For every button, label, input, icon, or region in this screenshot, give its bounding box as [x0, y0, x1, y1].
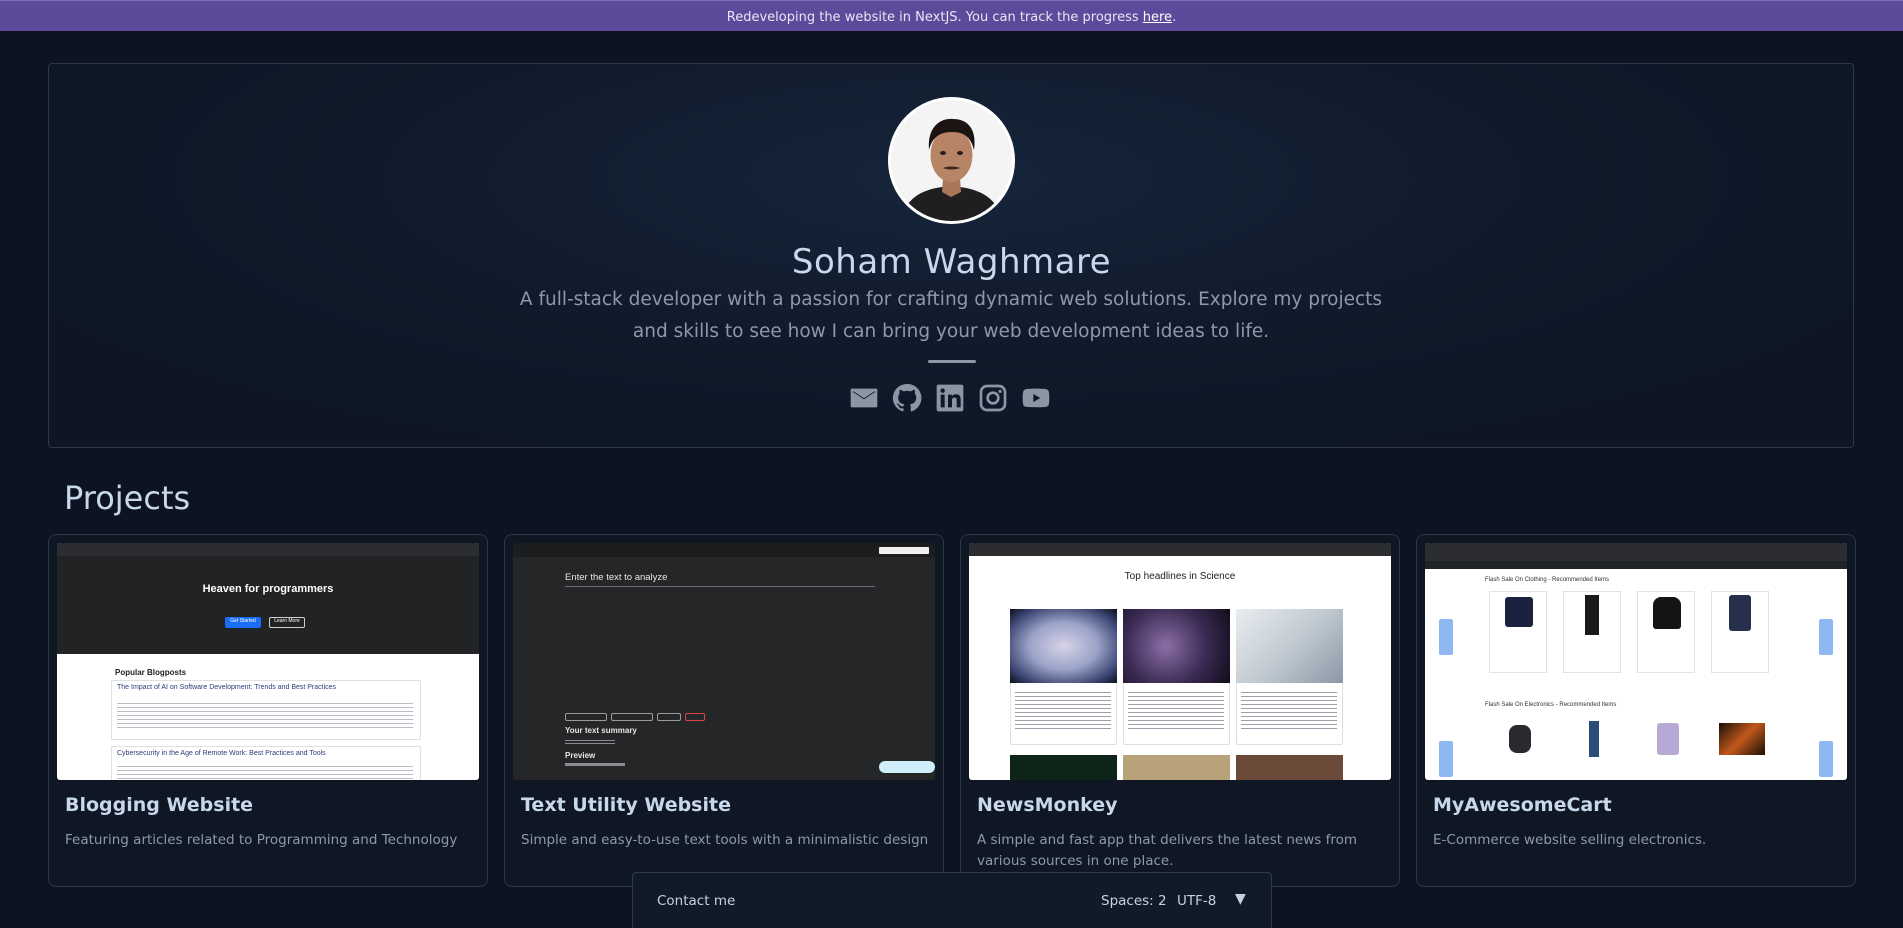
thumb-navbar: [513, 543, 935, 557]
github-icon[interactable]: [891, 381, 923, 415]
linkedin-icon[interactable]: [934, 381, 966, 415]
thumb-button: [565, 713, 607, 721]
thumb-product-image: [1657, 723, 1679, 755]
project-thumbnail-blogging: Heaven for programmers Get Started Learn…: [57, 543, 479, 780]
thumb-row-title: Flash Sale On Electronics - Recommended …: [1485, 702, 1617, 708]
thumb-hero-title: Heaven for programmers: [202, 583, 334, 595]
thumb-navbar: [969, 543, 1391, 556]
project-title: MyAwesomeCart: [1433, 794, 1612, 816]
project-card-blogging[interactable]: Heaven for programmers Get Started Learn…: [48, 534, 488, 887]
contact-bar: Contact me Spaces: 2 UTF-8 ▼: [632, 872, 1272, 928]
thumb-carousel-prev: [1439, 741, 1453, 777]
project-description: Simple and easy-to-use text tools with a…: [521, 832, 929, 848]
thumb-preview: Preview: [565, 751, 596, 760]
thumb-heading: Top headlines in Science: [1124, 571, 1236, 582]
thumb-news-image: [1010, 609, 1117, 683]
banner-text: Redeveloping the website in NextJS. You …: [726, 10, 1143, 25]
thumb-product-image: [1589, 721, 1599, 757]
thumb-news-image: [1123, 609, 1230, 683]
thumb-news-text: [1128, 689, 1224, 729]
mail-icon[interactable]: [848, 381, 880, 415]
avatar: [888, 97, 1015, 224]
thumb-summary: Your text summary: [565, 726, 637, 735]
project-title: NewsMonkey: [977, 794, 1118, 816]
project-card-text-utility[interactable]: Enter the text to analyze Your text summ…: [504, 534, 944, 887]
encoding-indicator[interactable]: UTF-8: [1177, 893, 1216, 909]
contact-me-button[interactable]: Contact me: [657, 893, 735, 909]
thumb-browser-bar: [1425, 543, 1847, 561]
thumb-textarea-line: [565, 586, 875, 587]
banner-link[interactable]: here: [1143, 10, 1172, 25]
thumb-news-image: [1236, 609, 1343, 683]
banner-suffix: .: [1172, 10, 1177, 25]
project-thumbnail-text-utility: Enter the text to analyze Your text summ…: [513, 543, 935, 780]
thumb-button: [611, 713, 653, 721]
profile-tagline: A full-stack developer with a passion fo…: [519, 289, 1383, 342]
project-title: Text Utility Website: [521, 794, 731, 816]
thumb-button: [685, 713, 705, 721]
thumb-news-image: [1236, 755, 1343, 780]
social-links: [848, 381, 1052, 415]
project-title: Blogging Website: [65, 794, 254, 816]
thumb-news-image: [1123, 755, 1230, 780]
thumb-search: [879, 547, 929, 554]
thumb-learn-more-label: Learn More: [274, 618, 300, 624]
thumb-product-image: [1509, 725, 1531, 753]
hero-divider: [928, 360, 976, 363]
thumb-news-image: [1010, 755, 1117, 780]
thumb-summary-text: [565, 738, 615, 746]
project-description: A simple and fast app that delivers the …: [977, 832, 1357, 869]
thumb-product-image: [1505, 597, 1533, 627]
projects-heading: Projects: [64, 479, 191, 517]
thumb-heading: Enter the text to analyze: [565, 572, 668, 583]
thumb-post-title: Cybersecurity in the Age of Remote Work:…: [117, 750, 326, 757]
chevron-down-icon[interactable]: ▼: [1235, 891, 1246, 907]
thumb-product-image: [1719, 723, 1765, 755]
thumb-navbar: [57, 543, 479, 556]
avatar-portrait: [891, 100, 1012, 221]
spaces-indicator[interactable]: Spaces: 2: [1101, 893, 1167, 909]
thumb-carousel-next: [1819, 741, 1833, 777]
instagram-icon[interactable]: [977, 381, 1009, 415]
thumb-get-started-label: Get Started: [230, 618, 256, 624]
thumb-product-image: [1729, 595, 1751, 631]
thumb-news-text: [1241, 689, 1337, 729]
thumb-button: [657, 713, 681, 721]
youtube-icon[interactable]: [1020, 381, 1052, 415]
profile-name: Soham Waghmare: [791, 242, 1112, 282]
announcement-banner: Redeveloping the website in NextJS. You …: [0, 0, 1903, 31]
project-card-myawesomecart[interactable]: Flash Sale On Clothing - Recommended Ite…: [1416, 534, 1856, 887]
thumb-row-title: Flash Sale On Clothing - Recommended Ite…: [1485, 577, 1610, 583]
thumb-preview-text: [565, 763, 625, 766]
project-description: Featuring articles related to Programmin…: [65, 832, 458, 848]
project-card-newsmonkey[interactable]: Top headlines in Science NewsMonkey A si…: [960, 534, 1400, 887]
thumb-product-image: [1653, 597, 1681, 629]
thumb-toast: [879, 761, 935, 773]
thumb-post-text: [117, 700, 413, 730]
thumb-navbar: [1425, 561, 1847, 569]
project-description: E-Commerce website selling electronics.: [1433, 832, 1707, 848]
thumb-carousel-next: [1819, 619, 1833, 655]
thumb-post-text: [117, 763, 413, 779]
thumb-section-title: Popular Blogposts: [115, 668, 187, 677]
thumb-carousel-prev: [1439, 619, 1453, 655]
thumb-post-title: The Impact of AI on Software Development…: [117, 684, 337, 691]
thumb-hero: [57, 556, 479, 654]
thumb-product-image: [1585, 595, 1599, 635]
project-thumbnail-newsmonkey: Top headlines in Science: [969, 543, 1391, 780]
thumb-news-text: [1015, 689, 1111, 729]
project-thumbnail-myawesomecart: Flash Sale On Clothing - Recommended Ite…: [1425, 543, 1847, 780]
